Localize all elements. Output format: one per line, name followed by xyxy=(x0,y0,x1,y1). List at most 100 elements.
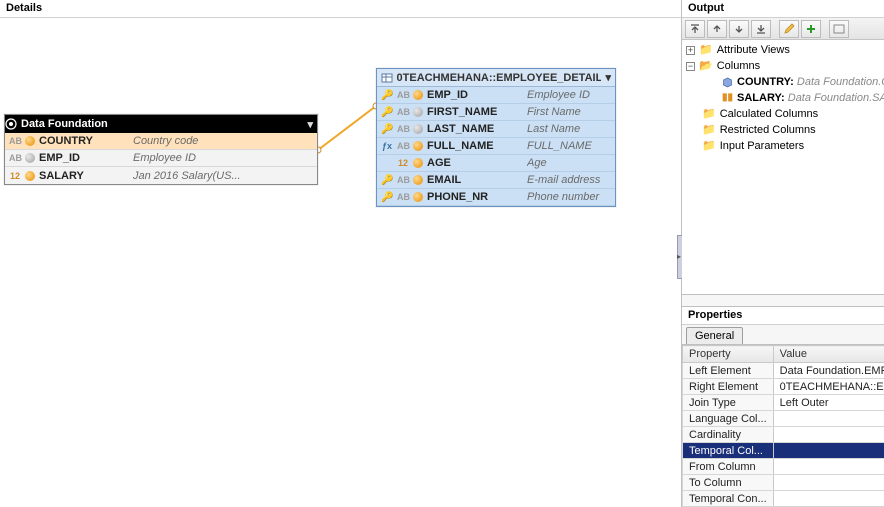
tree-node-restricted[interactable]: 📁 Restricted Columns xyxy=(686,122,884,138)
datatype-icon: AB xyxy=(397,141,409,151)
folder-icon: 📁 xyxy=(702,106,716,122)
table-row[interactable]: ABCOUNTRYCountry code xyxy=(5,133,317,150)
column-name: FIRST_NAME xyxy=(427,106,523,118)
tree-node-calculated[interactable]: 📁 Calculated Columns xyxy=(686,106,884,122)
column-desc: Age xyxy=(527,157,611,169)
properties-grid[interactable]: Property Value Left ElementData Foundati… xyxy=(682,345,884,507)
column-desc: Employee ID xyxy=(527,89,611,101)
property-row[interactable]: Right Element0TEACHMEHANA::EM... xyxy=(683,379,884,395)
add-button[interactable] xyxy=(801,20,821,38)
column-name: EMP_ID xyxy=(427,89,523,101)
tree-label: Columns xyxy=(717,58,760,74)
column-name: COUNTRY xyxy=(39,135,129,147)
key-icon: 🔑 xyxy=(381,90,393,101)
col-header-property[interactable]: Property xyxy=(683,346,774,363)
tree-node-country[interactable]: COUNTRY: Data Foundation.COL xyxy=(686,74,884,90)
collapse-icon[interactable]: − xyxy=(686,62,695,71)
column-name: SALARY xyxy=(39,170,129,182)
property-row[interactable]: Language Col... xyxy=(683,411,884,427)
expand-icon[interactable]: + xyxy=(686,46,695,55)
join-connector[interactable] xyxy=(318,98,378,168)
foundation-header[interactable]: Data Foundation ▾ xyxy=(5,115,317,133)
property-row[interactable]: From Column xyxy=(683,459,884,475)
canvas[interactable]: Data Foundation ▾ AB COUNTRY Country code A… xyxy=(0,18,681,505)
view-button[interactable] xyxy=(829,20,849,38)
tree-label: SALARY: xyxy=(737,92,785,104)
folder-open-icon: 📂 xyxy=(699,58,713,74)
data-foundation-box[interactable]: Data Foundation ▾ AB COUNTRY Country code A… xyxy=(4,114,318,185)
column-desc: Jan 2016 Salary(US... xyxy=(133,170,313,182)
table-row[interactable]: 🔑ABPHONE_NRPhone number xyxy=(377,189,615,206)
property-value[interactable]: Data Foundation.EMP... xyxy=(773,363,884,379)
tree-node-attribute-views[interactable]: + 📁 Attribute Views xyxy=(686,42,884,58)
table-row[interactable]: 🔑ABLAST_NAMELast Name xyxy=(377,121,615,138)
property-value[interactable] xyxy=(773,411,884,427)
col-header-value[interactable]: Value xyxy=(773,346,884,363)
datatype-icon: AB xyxy=(397,175,409,185)
property-row[interactable]: Temporal Col... xyxy=(683,443,884,459)
tree-label: COUNTRY: xyxy=(737,76,794,88)
status-dot-icon xyxy=(413,90,423,100)
tree-node-salary[interactable]: ▮▮ SALARY: Data Foundation.SALA xyxy=(686,90,884,106)
property-key: To Column xyxy=(683,475,774,491)
foundation-title: Data Foundation xyxy=(21,118,108,130)
down-button[interactable] xyxy=(729,20,749,38)
property-row[interactable]: Left ElementData Foundation.EMP... xyxy=(683,363,884,379)
output-toolbar xyxy=(682,18,884,40)
status-dot-icon xyxy=(413,192,423,202)
table-row[interactable]: 12 SALARY Jan 2016 Salary(US... xyxy=(5,167,317,184)
tree-node-input-params[interactable]: 📁 Input Parameters xyxy=(686,138,884,154)
collapse-arrow-icon[interactable]: ▾ xyxy=(605,71,611,84)
tree-label: Attribute Views xyxy=(717,42,790,58)
datatype-icon: AB xyxy=(9,153,21,163)
collapse-handle[interactable] xyxy=(677,235,682,279)
table-row[interactable]: 🔑 AB EMP_ID Employee ID xyxy=(377,87,615,104)
property-value[interactable] xyxy=(773,443,884,459)
property-row[interactable]: Cardinality xyxy=(683,427,884,443)
property-row[interactable]: Join TypeLeft Outer xyxy=(683,395,884,411)
column-desc: Country code xyxy=(133,135,313,147)
table-row[interactable]: ABEMP_IDEmployee ID xyxy=(5,150,317,167)
column-desc: Phone number xyxy=(527,191,611,203)
folder-icon: 📁 xyxy=(699,42,713,58)
property-value[interactable] xyxy=(773,459,884,475)
tree-label: Calculated Columns xyxy=(720,106,818,122)
output-panel: Output + 📁 Attribute Views − xyxy=(682,0,884,295)
property-value[interactable] xyxy=(773,475,884,491)
status-dot-icon xyxy=(25,171,35,181)
datatype-icon: AB xyxy=(397,107,409,117)
status-dot-icon xyxy=(413,107,423,117)
up-button[interactable] xyxy=(707,20,727,38)
tree-node-columns[interactable]: − 📂 Columns xyxy=(686,58,884,74)
table-row[interactable]: 🔑ABEMAILE-mail address xyxy=(377,172,615,189)
edit-button[interactable] xyxy=(779,20,799,38)
property-row[interactable]: Temporal Con... xyxy=(683,491,884,507)
table-row[interactable]: ƒхABFULL_NAMEFULL_NAME xyxy=(377,138,615,155)
property-value[interactable]: 0TEACHMEHANA::EM... xyxy=(773,379,884,395)
property-key: From Column xyxy=(683,459,774,475)
datatype-icon: 12 xyxy=(9,171,21,181)
employee-details-box[interactable]: 0TEACHMEHANA::EMPLOYEE_DETAILS ▾ 🔑ABEMP_… xyxy=(376,68,616,207)
output-tree[interactable]: + 📁 Attribute Views − 📂 Columns COUNTRY:… xyxy=(682,40,884,294)
tab-general[interactable]: General xyxy=(686,327,743,344)
collapse-arrow-icon[interactable]: ▾ xyxy=(307,118,313,131)
to-top-button[interactable] xyxy=(685,20,705,38)
column-desc: Employee ID xyxy=(133,152,313,164)
table-row[interactable]: 12AGEAge xyxy=(377,155,615,172)
employee-header[interactable]: 0TEACHMEHANA::EMPLOYEE_DETAILS ▾ xyxy=(377,69,615,87)
property-value[interactable] xyxy=(773,427,884,443)
to-bottom-button[interactable] xyxy=(751,20,771,38)
datatype-icon: AB xyxy=(397,90,409,100)
formula-icon: ƒх xyxy=(381,141,393,151)
property-key: Join Type xyxy=(683,395,774,411)
measure-icon: ▮▮ xyxy=(722,90,733,106)
property-row[interactable]: To Column xyxy=(683,475,884,491)
table-row[interactable]: 🔑ABFIRST_NAMEFirst Name xyxy=(377,104,615,121)
details-panel: Details Data Foundation ▾ ABCOUNTRYCount… xyxy=(0,0,682,507)
status-dot-icon xyxy=(413,124,423,134)
datatype-icon: 12 xyxy=(397,158,409,168)
output-title: Output xyxy=(682,0,884,18)
property-value[interactable] xyxy=(773,491,884,507)
property-value[interactable]: Left Outer xyxy=(773,395,884,411)
table-icon xyxy=(381,72,393,84)
